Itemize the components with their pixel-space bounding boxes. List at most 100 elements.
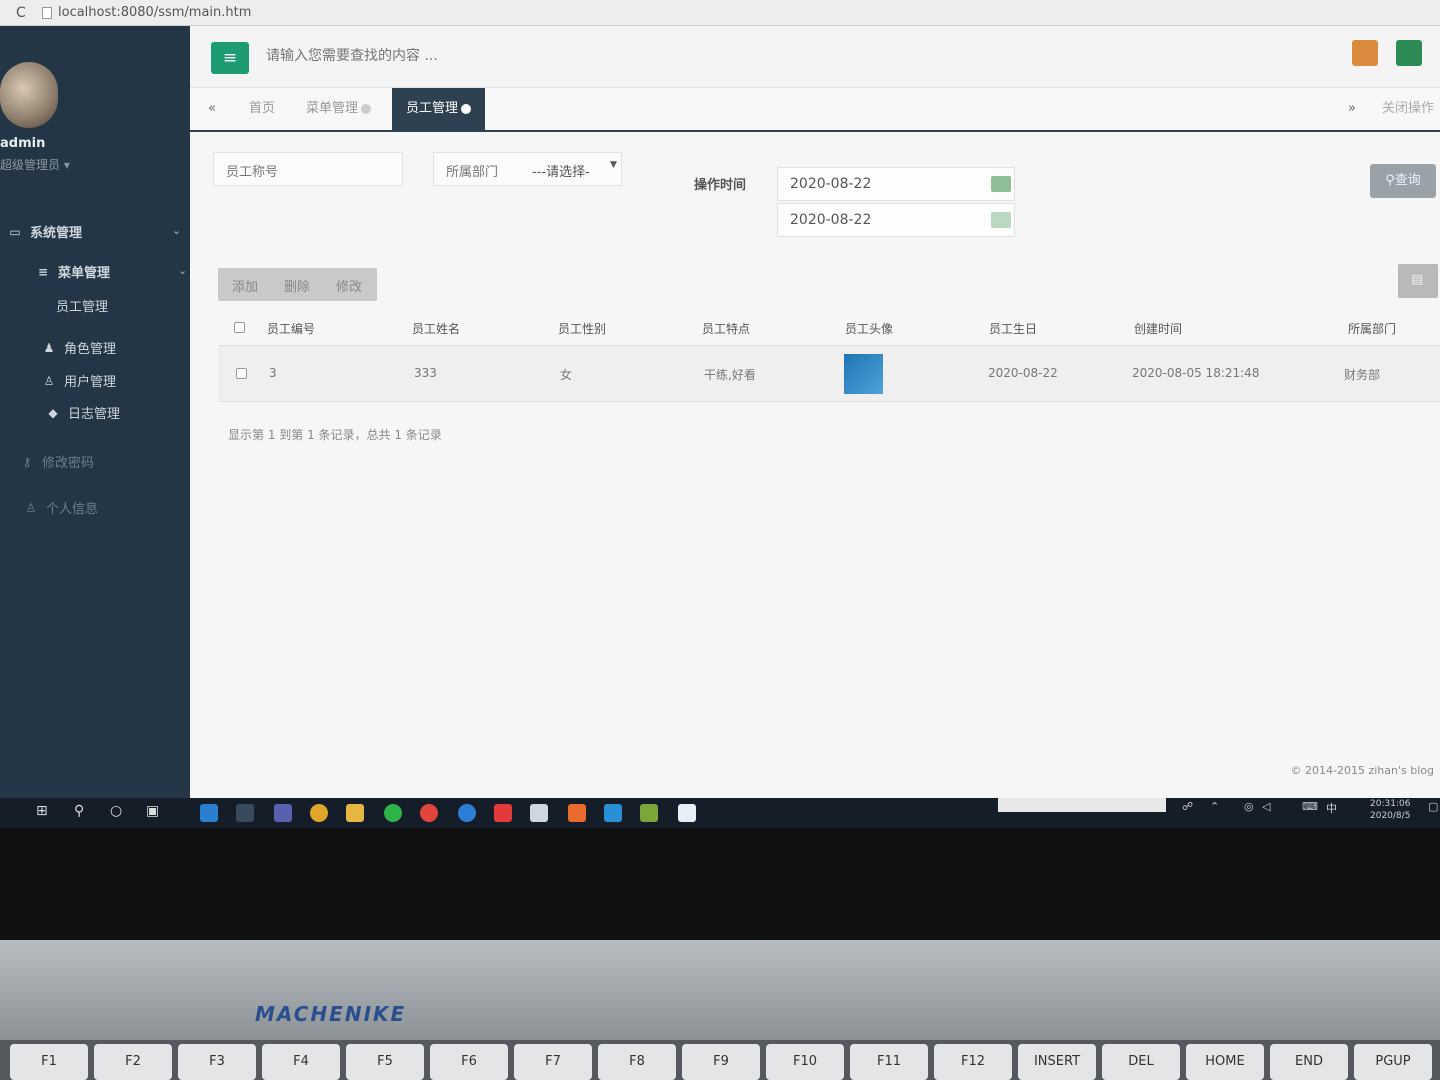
sidebar-item-employee[interactable]: 员工管理 bbox=[56, 296, 108, 315]
add-button[interactable]: 添加 bbox=[232, 276, 258, 295]
date-from-field[interactable] bbox=[777, 167, 1015, 201]
delete-button[interactable]: 删除 bbox=[284, 276, 310, 295]
main-content: 员工称号 所属部门 ---请选择- ▼ 操作时间 ⚲查询 添加 删除 修改 ▤ bbox=[190, 132, 1440, 798]
app-icon[interactable] bbox=[568, 804, 586, 822]
cell-department: 财务部 bbox=[1344, 368, 1381, 382]
cortana-icon[interactable]: ○ bbox=[110, 803, 122, 819]
close-icon[interactable] bbox=[461, 103, 472, 114]
column-header[interactable]: 员工姓名 bbox=[412, 320, 460, 337]
table-row[interactable]: 3 333 女 干练,好看 2020-08-22 2020-08-05 18:2… bbox=[218, 346, 1440, 402]
search-icon[interactable]: ⚲ bbox=[74, 803, 84, 819]
date-from-input[interactable] bbox=[790, 176, 970, 192]
column-header[interactable]: 员工性别 bbox=[558, 320, 606, 337]
keyboard-icon[interactable]: ⌨ bbox=[1302, 800, 1318, 813]
chevron-down-icon[interactable]: ⌄ bbox=[178, 264, 187, 277]
pagination-info: 显示第 1 到第 1 条记录，总共 1 条记录 bbox=[228, 428, 442, 442]
key: F1 bbox=[10, 1044, 88, 1080]
key: F7 bbox=[514, 1044, 592, 1080]
app-icon[interactable] bbox=[458, 804, 476, 822]
row-checkbox[interactable] bbox=[236, 368, 247, 379]
query-button[interactable]: ⚲查询 bbox=[1370, 164, 1436, 198]
volume-icon[interactable]: ◁ bbox=[1262, 800, 1270, 813]
tab-menu-management[interactable]: 菜单管理 bbox=[306, 88, 372, 130]
cell-gender: 女 bbox=[560, 368, 573, 382]
browser-address-bar: C localhost:8080/ssm/main.htm bbox=[0, 0, 1440, 26]
sidebar-item-role[interactable]: ♟ 角色管理 bbox=[42, 338, 116, 358]
sidebar-item-menu[interactable]: ≡ 菜单管理 bbox=[36, 262, 110, 282]
column-header[interactable]: 员工头像 bbox=[845, 320, 893, 337]
tab-label: 员工管理 bbox=[406, 101, 459, 116]
notification-icon[interactable] bbox=[1352, 40, 1378, 66]
close-icon[interactable] bbox=[361, 103, 372, 114]
employee-avatar-image[interactable] bbox=[844, 354, 883, 394]
column-header[interactable]: 创建时间 bbox=[1134, 320, 1182, 337]
table-header: 员工编号 员工姓名 员工性别 员工特点 员工头像 员工生日 创建时间 所属部门 bbox=[218, 310, 1440, 346]
netease-music-icon[interactable] bbox=[420, 804, 438, 822]
app-icon[interactable] bbox=[274, 804, 292, 822]
sidebar-item-user[interactable]: ♙ 用户管理 bbox=[42, 371, 116, 391]
calendar-icon[interactable] bbox=[991, 176, 1011, 192]
user-name: admin bbox=[0, 136, 46, 151]
sidebar-item-password[interactable]: ⚷ 修改密码 bbox=[20, 452, 94, 472]
taskbar-clock[interactable]: 20:31:06 2020/8/5 bbox=[1370, 798, 1410, 822]
date-to-field[interactable] bbox=[777, 203, 1015, 237]
sidebar-item-profile[interactable]: ♙ 个人信息 bbox=[24, 498, 98, 518]
column-header[interactable]: 员工生日 bbox=[989, 320, 1037, 337]
columns-toggle-button[interactable]: ▤ bbox=[1398, 264, 1438, 298]
taskbar: ⊞ ⚲ ○ ▣ ☍ ⌃ ◎ ◁ ⌨ 中 20:31:06 2020/8/5 ▢ bbox=[0, 798, 1440, 828]
key: INSERT bbox=[1018, 1044, 1096, 1080]
sidebar-item-log[interactable]: ◆ 日志管理 bbox=[46, 403, 120, 423]
menu-toggle-button[interactable]: ≡ bbox=[211, 42, 249, 74]
file-explorer-icon[interactable] bbox=[346, 804, 364, 822]
columns-icon: ▤ bbox=[1411, 272, 1424, 287]
search-icon: ⚲ bbox=[1385, 173, 1395, 188]
wechat-icon[interactable] bbox=[384, 804, 402, 822]
key: F2 bbox=[94, 1044, 172, 1080]
sidebar-item-system[interactable]: ▭ 系统管理 bbox=[8, 222, 82, 242]
cell-created-time: 2020-08-05 18:21:48 bbox=[1132, 366, 1260, 380]
avatar[interactable] bbox=[0, 62, 58, 128]
cell-traits: 干练,好看 bbox=[704, 368, 756, 382]
search-input[interactable] bbox=[266, 48, 566, 64]
date-to-input[interactable] bbox=[790, 212, 970, 228]
column-header[interactable]: 员工编号 bbox=[267, 320, 315, 337]
app-icon[interactable] bbox=[494, 804, 512, 822]
tabs-scroll-left-icon[interactable]: « bbox=[208, 88, 216, 130]
tabs-scroll-right-icon[interactable]: » bbox=[1348, 88, 1356, 130]
edge-icon[interactable] bbox=[200, 804, 218, 822]
app-icon[interactable] bbox=[640, 804, 658, 822]
edit-button[interactable]: 修改 bbox=[336, 276, 362, 295]
reload-icon[interactable]: C bbox=[16, 5, 32, 21]
app-icon[interactable] bbox=[678, 804, 696, 822]
store-icon[interactable] bbox=[530, 804, 548, 822]
network-icon[interactable]: ◎ bbox=[1244, 800, 1254, 813]
user-icon: ♙ bbox=[43, 373, 55, 388]
employee-no-field[interactable]: 员工称号 bbox=[213, 152, 403, 186]
calendar-icon[interactable] bbox=[991, 212, 1011, 228]
select-all-checkbox[interactable] bbox=[234, 322, 245, 333]
people-icon[interactable]: ☍ bbox=[1182, 800, 1193, 813]
flag-icon[interactable] bbox=[1396, 40, 1422, 66]
column-header[interactable]: 员工特点 bbox=[702, 320, 750, 337]
tab-home[interactable]: 首页 bbox=[249, 88, 275, 130]
notifications-icon[interactable]: ▢ bbox=[1428, 800, 1438, 813]
key: DEL bbox=[1102, 1044, 1180, 1080]
key: F9 bbox=[682, 1044, 760, 1080]
address-url[interactable]: localhost:8080/ssm/main.htm bbox=[58, 5, 251, 20]
tab-employee-management[interactable]: 员工管理 bbox=[392, 88, 486, 130]
user-role-dropdown[interactable]: 超级管理员 ▾ bbox=[0, 156, 70, 173]
chevron-down-icon[interactable]: ⌄ bbox=[172, 224, 181, 237]
app-icon[interactable] bbox=[604, 804, 622, 822]
tray-chevron-icon[interactable]: ⌃ bbox=[1210, 800, 1219, 813]
chrome-icon[interactable] bbox=[310, 804, 328, 822]
ime-indicator[interactable]: 中 bbox=[1326, 800, 1337, 816]
column-header[interactable]: 所属部门 bbox=[1348, 320, 1396, 337]
close-operations-button[interactable]: 关闭操作 bbox=[1382, 88, 1434, 130]
taskbar-search-box[interactable] bbox=[998, 798, 1166, 812]
dept-select[interactable]: 所属部门 ---请选择- ▼ bbox=[433, 152, 622, 186]
task-view-icon[interactable]: ▣ bbox=[146, 803, 159, 819]
app-icon[interactable] bbox=[236, 804, 254, 822]
windows-start-icon[interactable]: ⊞ bbox=[36, 803, 48, 819]
employee-no-label: 员工称号 bbox=[226, 165, 279, 180]
app-screen: admin 超级管理员 ▾ ▭ 系统管理 ⌄ ≡ 菜单管理 ⌄ 员工管理 ♟ 角… bbox=[0, 26, 1440, 798]
